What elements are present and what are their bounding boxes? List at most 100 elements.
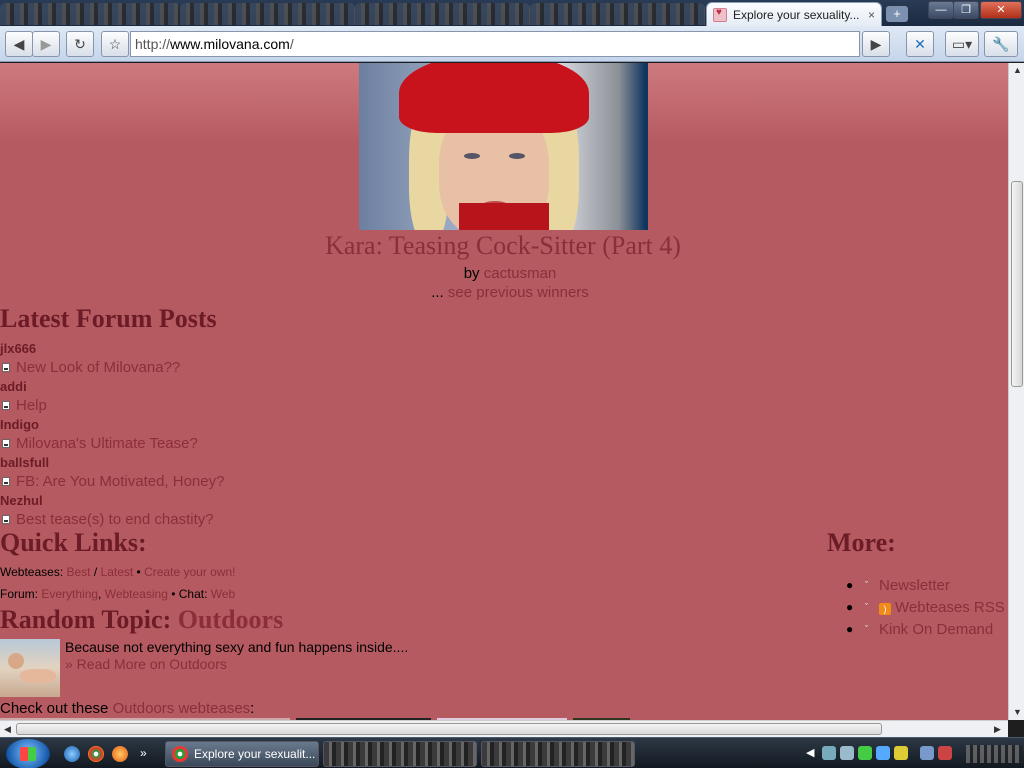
minimize-button[interactable]: — bbox=[928, 1, 954, 19]
taskbar-chrome-button[interactable]: Explore your sexualit... bbox=[165, 741, 319, 767]
taskbar-obscured-button[interactable] bbox=[481, 741, 635, 767]
url-scheme: http:// bbox=[135, 36, 171, 52]
more-list: ˇ Newsletter ˇ) Webteases RSS ˇ Kink On Dem… bbox=[846, 576, 1006, 642]
scroll-thumb[interactable] bbox=[1011, 181, 1023, 387]
checkout-webteases: Check out these Outdoors webteases: bbox=[0, 700, 255, 717]
winner-author-link[interactable]: cactusman bbox=[484, 265, 557, 282]
address-bar[interactable]: http://www.milovana.com/ bbox=[130, 31, 860, 57]
maximize-button[interactable]: ❐ bbox=[953, 1, 979, 19]
forum-post-item: Best tease(s) to end chastity? bbox=[0, 510, 224, 529]
tab-obscured[interactable] bbox=[355, 3, 530, 25]
new-tab-button[interactable]: + bbox=[886, 6, 908, 22]
url-path: / bbox=[289, 36, 294, 52]
scroll-down-icon[interactable]: ▼ bbox=[1013, 707, 1022, 717]
bookmark-star-icon[interactable]: ☆ bbox=[101, 31, 129, 57]
tab-obscured[interactable] bbox=[530, 3, 705, 25]
tab-active[interactable]: Explore your sexuality... × bbox=[706, 2, 882, 26]
scroll-thumb[interactable] bbox=[16, 723, 882, 735]
tray-app-icon[interactable] bbox=[876, 746, 890, 760]
forum-webteasing-link[interactable]: Webteasing bbox=[105, 587, 168, 601]
more-quicklaunch-icon[interactable]: » bbox=[140, 746, 156, 762]
more-heading: More: bbox=[827, 528, 896, 557]
system-tray: ◀ bbox=[806, 743, 1024, 765]
forum-post-list: jlx666 New Look of Milovana?? addi Help … bbox=[0, 339, 224, 529]
firefox-icon[interactable] bbox=[112, 746, 128, 762]
forum-post-author: jlx666 bbox=[0, 341, 37, 356]
wrench-menu-icon[interactable]: 🔧 bbox=[984, 31, 1018, 57]
tray-check-icon[interactable] bbox=[858, 746, 872, 760]
forum-post-item: New Look of Milovana?? bbox=[0, 358, 224, 377]
tray-app-icon[interactable] bbox=[822, 746, 836, 760]
chevron-down-icon: ˇ bbox=[865, 624, 868, 634]
start-button[interactable] bbox=[6, 739, 50, 768]
horizontal-scrollbar[interactable]: ◀ ▶ bbox=[0, 720, 1008, 737]
back-button[interactable]: ◀ bbox=[5, 31, 33, 57]
chevron-down-icon: ˇ bbox=[865, 580, 868, 590]
forum-post-author: Nezhul bbox=[0, 493, 43, 508]
topic-description: Because not everything sexy and fun happ… bbox=[65, 639, 409, 655]
post-icon bbox=[2, 363, 10, 372]
reload-button[interactable]: ↻ bbox=[66, 31, 94, 57]
forward-button[interactable]: ▶ bbox=[32, 31, 60, 57]
best-webteases-link[interactable]: Best bbox=[66, 565, 90, 579]
read-more-link[interactable]: » Read More on Outdoors bbox=[65, 656, 227, 672]
quick-links-heading: Quick Links: bbox=[0, 528, 147, 557]
previous-winners: ... see previous winners bbox=[431, 284, 589, 301]
forum-post-author: ballsfull bbox=[0, 455, 50, 470]
scroll-left-icon[interactable]: ◀ bbox=[4, 724, 11, 735]
kink-on-demand-link[interactable]: Kink On Demand bbox=[879, 621, 993, 638]
topic-thumbnail[interactable] bbox=[0, 639, 60, 697]
volume-icon[interactable] bbox=[938, 746, 952, 760]
tab-obscured[interactable] bbox=[0, 3, 180, 25]
chrome-icon bbox=[172, 746, 188, 762]
winner-image[interactable] bbox=[359, 63, 648, 230]
ie-icon[interactable] bbox=[64, 746, 80, 762]
extension-icon[interactable]: ✕ bbox=[906, 31, 934, 57]
scroll-up-icon[interactable]: ▲ bbox=[1013, 65, 1022, 75]
tab-obscured[interactable] bbox=[180, 3, 355, 25]
list-item: ˇ Kink On Demand bbox=[846, 620, 1006, 639]
go-button[interactable]: ▶ bbox=[862, 31, 890, 57]
tray-app-icon[interactable] bbox=[894, 746, 908, 760]
network-icon[interactable] bbox=[920, 746, 934, 760]
forum-everything-link[interactable]: Everything bbox=[41, 587, 98, 601]
windows-taskbar: » Explore your sexualit... ◀ bbox=[0, 737, 1024, 768]
windows-logo-icon bbox=[20, 747, 36, 761]
show-hidden-icon[interactable]: ◀ bbox=[806, 746, 820, 760]
url-host: www.milovana.com bbox=[170, 36, 290, 52]
page-viewport: Kara: Teasing Cock-Sitter (Part 4) by ca… bbox=[0, 63, 1008, 720]
forum-post-author: Indigo bbox=[0, 417, 39, 432]
forum-post-author: addi bbox=[0, 379, 27, 394]
scroll-right-icon[interactable]: ▶ bbox=[994, 724, 1001, 735]
create-webtease-link[interactable]: Create your own! bbox=[144, 565, 235, 579]
forum-post-link[interactable]: FB: Are You Motivated, Honey? bbox=[16, 472, 224, 491]
post-icon bbox=[2, 477, 10, 486]
browser-tab-strip: Explore your sexuality... × + — ❐ ✕ bbox=[0, 0, 1024, 26]
forum-post-link[interactable]: Milovana's Ultimate Tease? bbox=[16, 434, 198, 453]
latest-webteases-link[interactable]: Latest bbox=[101, 565, 134, 579]
tab-close-icon[interactable]: × bbox=[868, 8, 875, 22]
forum-post-link[interactable]: New Look of Milovana?? bbox=[16, 358, 180, 377]
forum-post-item: Help bbox=[0, 396, 224, 415]
quick-links-webteases: Webteases: Best / Latest • Create your o… bbox=[0, 565, 236, 579]
forum-post-item: Milovana's Ultimate Tease? bbox=[0, 434, 224, 453]
chrome-icon[interactable] bbox=[88, 746, 104, 762]
clock[interactable] bbox=[966, 745, 1022, 763]
random-topic-link[interactable]: Outdoors bbox=[178, 605, 283, 634]
page-menu-icon[interactable]: ▭▾ bbox=[945, 31, 979, 57]
topic-webteases-link[interactable]: Outdoors webteases bbox=[113, 700, 251, 717]
taskbar-obscured-button[interactable] bbox=[323, 741, 477, 767]
webteases-rss-link[interactable]: Webteases RSS bbox=[895, 599, 1005, 616]
tab-title: Explore your sexuality... bbox=[733, 7, 860, 22]
winner-title-link[interactable]: Kara: Teasing Cock-Sitter (Part 4) bbox=[0, 231, 1006, 261]
tray-app-icon[interactable] bbox=[840, 746, 854, 760]
forum-post-link[interactable]: Help bbox=[16, 396, 47, 415]
latest-forum-heading: Latest Forum Posts bbox=[0, 304, 217, 333]
vertical-scrollbar[interactable]: ▲ ▼ bbox=[1008, 63, 1024, 720]
newsletter-link[interactable]: Newsletter bbox=[879, 577, 950, 594]
winner-byline: by cactusman bbox=[463, 265, 557, 282]
chat-web-link[interactable]: Web bbox=[211, 587, 235, 601]
forum-post-link[interactable]: Best tease(s) to end chastity? bbox=[16, 510, 214, 529]
previous-winners-link[interactable]: see previous winners bbox=[448, 284, 589, 301]
close-window-button[interactable]: ✕ bbox=[980, 1, 1022, 19]
